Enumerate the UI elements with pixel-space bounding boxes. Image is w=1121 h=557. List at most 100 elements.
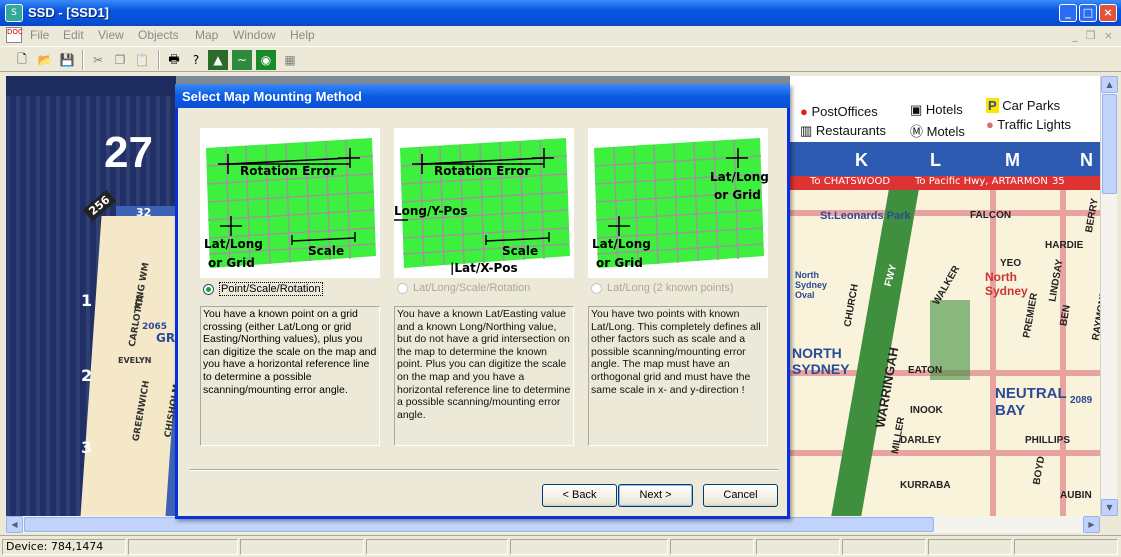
diagram-label: or Grid	[714, 188, 761, 202]
menu-view[interactable]: View	[98, 28, 124, 42]
method-description-2: You have a known Lat/Easting value and a…	[394, 306, 574, 446]
status-panel	[842, 539, 926, 555]
postcode-label: 2089	[1070, 395, 1093, 406]
street-label: BERRY	[1083, 197, 1100, 234]
menu-bar: DOC File Edit View Objects Map Window He…	[0, 26, 1121, 46]
status-bar: Device: 784,1474	[0, 535, 1121, 557]
legend-car-parks: P Car Parks	[986, 98, 1061, 113]
map-legend: ● PostOffices ▣ Hotels P Car Parks ▥ Res…	[790, 76, 1100, 142]
place-label: St.Leonards Park	[820, 210, 911, 222]
print-icon[interactable]: 🖶	[164, 50, 184, 70]
radio-lat-long-scale-rotation[interactable]: Lat/Long/Scale/Rotation	[397, 282, 530, 294]
diagram-label: Long/Y-Pos	[394, 204, 468, 218]
radio-label: Point/Scale/Rotation	[219, 282, 323, 296]
place-label: NORTH SYDNEY	[792, 345, 850, 377]
status-device: Device: 784,1474	[2, 539, 126, 555]
mdi-restore-icon[interactable]: ❐	[1086, 29, 1096, 42]
map-grid-icon[interactable]: ▦	[280, 50, 300, 70]
street-label: EVELYN	[118, 356, 152, 365]
radio-point-scale-rotation[interactable]: Point/Scale/Rotation	[203, 282, 323, 296]
street-label: CHURCH	[842, 283, 861, 328]
radio-unselected-icon[interactable]	[397, 282, 408, 294]
menu-map[interactable]: Map	[195, 28, 218, 42]
street-label: AUBIN	[1060, 490, 1092, 501]
maximize-button[interactable]: □	[1079, 4, 1097, 22]
map-left-page: 27 256 32 1 2 3 KING WM CARLOTTA GREENT …	[6, 76, 210, 516]
back-button[interactable]: < Back	[542, 484, 617, 507]
menu-file[interactable]: File	[30, 28, 49, 42]
scroll-up-icon[interactable]: ▲	[1101, 76, 1118, 93]
status-panel	[366, 539, 508, 555]
status-panel	[510, 539, 668, 555]
new-icon[interactable]: 🗋	[12, 50, 32, 70]
window-title: SSD - [SSD1]	[28, 5, 109, 20]
radio-lat-long-two-points[interactable]: Lat/Long (2 known points)	[591, 282, 734, 294]
diagram-label: Lat/Long	[592, 237, 651, 251]
map-direction-bar: To CHATSWOOD To Pacific Hwy, ARTARMON 35	[790, 176, 1100, 190]
row-label: 1	[81, 291, 93, 310]
radio-unselected-icon[interactable]	[591, 282, 602, 294]
method-description-3: You have two points with known Lat/Long.…	[588, 306, 768, 446]
method-diagram-1: Rotation Error Lat/Long or Grid Scale	[200, 128, 380, 278]
scroll-left-icon[interactable]: ◀	[6, 516, 23, 533]
title-bar: S SSD - [SSD1] _ □ ×	[0, 0, 1121, 26]
map-globe-icon[interactable]: ◉	[256, 50, 276, 70]
map-grid-columns: K L M N	[790, 142, 1100, 180]
open-icon[interactable]: 📂	[35, 50, 55, 70]
grid-col-n: N	[1080, 150, 1093, 170]
diagram-label: Rotation Error	[434, 164, 531, 178]
vertical-scroll-thumb[interactable]	[1102, 94, 1117, 194]
map-road-icon[interactable]: ▲	[208, 50, 228, 70]
save-icon[interactable]: 💾	[57, 50, 77, 70]
grid-col-l: L	[930, 150, 941, 170]
radio-label: Lat/Long (2 known points)	[607, 282, 734, 294]
menu-window[interactable]: Window	[233, 28, 276, 42]
street-label: YEO	[1000, 258, 1022, 269]
dialog-divider	[190, 469, 778, 471]
menu-help[interactable]: Help	[290, 28, 315, 42]
map-route-icon[interactable]: ~	[232, 50, 252, 70]
menu-objects[interactable]: Objects	[138, 28, 179, 42]
grid-col-label: 32	[136, 206, 152, 219]
street-label: BEN	[1058, 304, 1073, 327]
status-panel	[756, 539, 840, 555]
diagram-label: Scale	[308, 244, 345, 258]
minimize-button[interactable]: _	[1059, 4, 1077, 22]
street-label: PHILLIPS	[1025, 435, 1071, 446]
method-description-1: You have a known point on a grid crossin…	[200, 306, 380, 446]
legend-hotels: ▣ Hotels	[910, 102, 963, 117]
legend-motels: Ⓜ Motels	[910, 124, 965, 139]
place-label: North Sydney Oval	[795, 270, 828, 300]
paste-icon[interactable]: 📋	[132, 50, 152, 70]
legend-restaurants: ▥ Restaurants	[800, 123, 886, 138]
street-label: FALCON	[970, 210, 1012, 221]
street-label: EATON	[908, 365, 943, 376]
method-diagram-2: Rotation Error Long/Y-Pos |Lat/X-Pos Sca…	[394, 128, 574, 278]
copy-icon[interactable]: ❐	[110, 50, 130, 70]
status-panel	[128, 539, 238, 555]
cut-icon[interactable]: ✂	[88, 50, 108, 70]
scroll-down-icon[interactable]: ▼	[1101, 499, 1118, 516]
horizontal-scroll-thumb[interactable]	[24, 517, 934, 532]
vertical-scrollbar[interactable]: ▲ ▼	[1100, 76, 1118, 516]
mdi-close-icon[interactable]: ×	[1104, 29, 1113, 42]
diagram-label: or Grid	[208, 256, 255, 270]
row-label: 3	[81, 438, 93, 457]
row-label: 2	[81, 366, 93, 385]
status-panel	[928, 539, 1012, 555]
next-button[interactable]: Next >	[618, 484, 693, 507]
diagram-label: Lat/Long	[204, 237, 263, 251]
scroll-right-icon[interactable]: ▶	[1083, 516, 1100, 533]
mdi-minimize-icon[interactable]: _	[1072, 29, 1078, 42]
diagram-label: Scale	[502, 244, 539, 258]
radio-selected-icon[interactable]	[203, 283, 214, 295]
diagram-label: or Grid	[596, 256, 643, 270]
close-button[interactable]: ×	[1099, 4, 1117, 22]
ssd-app-icon[interactable]: S	[5, 4, 23, 22]
document-icon[interactable]: DOC	[6, 27, 23, 43]
help-icon[interactable]: ?	[186, 50, 206, 70]
place-label: NEUTRAL BAY	[995, 385, 1067, 419]
menu-edit[interactable]: Edit	[63, 28, 84, 42]
cancel-button[interactable]: Cancel	[703, 484, 778, 507]
status-panel	[240, 539, 364, 555]
